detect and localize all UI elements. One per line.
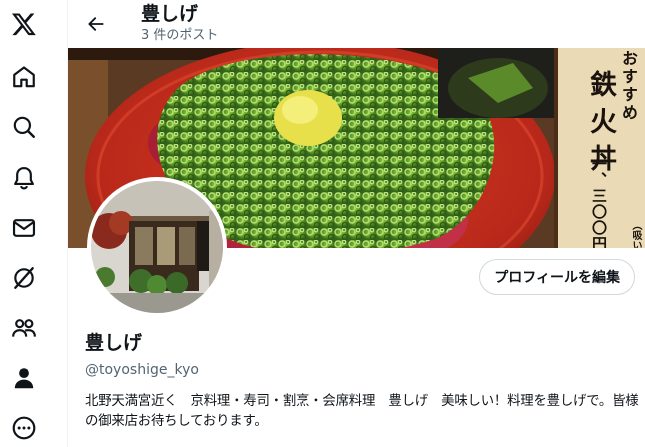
edit-profile-button[interactable]: プロフィールを編集 (479, 259, 635, 295)
home-icon[interactable] (4, 57, 44, 97)
left-nav (0, 0, 68, 447)
explore-icon[interactable] (4, 107, 44, 147)
more-icon[interactable] (4, 408, 44, 447)
messages-icon[interactable] (4, 208, 44, 248)
back-button[interactable] (80, 8, 112, 40)
profile-display-name: 豊しげ (85, 332, 143, 354)
communities-icon[interactable] (4, 308, 44, 348)
profile-icon[interactable] (4, 358, 44, 398)
banner-sign-price: 一、三〇〇円 (590, 156, 608, 248)
avatar-image (91, 181, 223, 313)
profile-avatar[interactable] (87, 177, 227, 317)
profile-header: 豊しげ 3 件のポスト (68, 0, 645, 48)
profile-main: 豊しげ 3 件のポスト おすすめ 鉄火丼 一、三〇〇円 （吸い プロフィールを編… (68, 0, 645, 447)
notifications-icon[interactable] (4, 158, 44, 198)
profile-bio: 北野天満宮近く 京料理・寿司・割烹・会席料理 豊しげ 美味しい！料理を豊しげで。… (85, 394, 639, 429)
header-title: 豊しげ (141, 3, 199, 25)
profile-handle: @toyoshige_kyo (85, 362, 199, 378)
back-arrow-icon (88, 17, 104, 31)
header-post-count: 3 件のポスト (141, 28, 219, 43)
banner-sign-note: （吸い (630, 220, 641, 248)
x-logo-icon[interactable] (4, 4, 44, 44)
grok-icon[interactable] (4, 258, 44, 298)
